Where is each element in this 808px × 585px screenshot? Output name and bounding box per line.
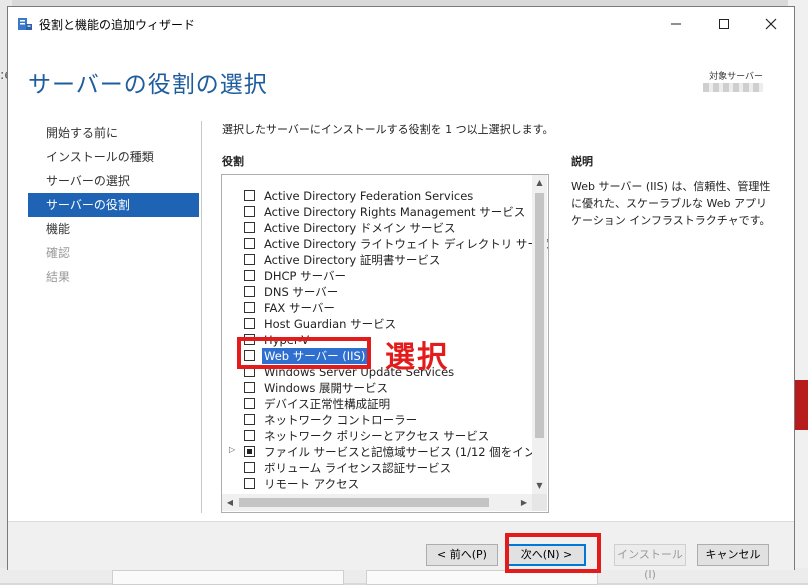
role-label: Active Directory 証明書サービス (264, 253, 441, 267)
maximize-button[interactable] (701, 7, 747, 41)
nav-item-results: 結果 (46, 270, 71, 284)
role-item[interactable]: Windows 展開サービス (222, 380, 532, 396)
role-label: Active Directory Rights Management サービス (264, 205, 526, 219)
target-server-name-redacted (703, 83, 763, 92)
page-title: サーバーの役割の選択 (28, 72, 268, 98)
server-manager-icon (17, 16, 33, 32)
description-text: Web サーバー (IIS) は、信頼性、管理性に優れた、スケーラブルな Web… (571, 180, 771, 227)
role-checkbox[interactable] (244, 398, 255, 409)
wizard-nav: 開始する前に インストールの種類 サーバーの選択 サーバーの役割 機能 確認 結… (28, 121, 199, 289)
scroll-up-icon[interactable]: ▲ (532, 175, 547, 191)
content-divider (201, 121, 202, 513)
nav-item-features[interactable]: 機能 (28, 217, 199, 241)
role-checkbox[interactable] (244, 318, 255, 329)
role-item[interactable]: デバイス正常性構成証明 (222, 396, 532, 412)
window-title: 役割と機能の追加ウィザード (39, 18, 196, 32)
role-item[interactable]: ボリューム ライセンス認証サービス (222, 460, 532, 476)
role-item[interactable]: Active Directory 証明書サービス (222, 252, 532, 268)
previous-button[interactable]: < 前へ(P) (426, 544, 498, 566)
title-bar[interactable]: 役割と機能の追加ウィザード (8, 7, 794, 41)
role-item[interactable]: FAX サーバー (222, 300, 532, 316)
nav-item-confirmation: 確認 (46, 246, 71, 260)
target-server-label: 対象サーバー (709, 72, 763, 82)
role-label: ファイル サービスと記憶域サービス (1/12 個をインストール済 (264, 445, 548, 459)
wizard-footer: < 前へ(P) 次へ(N) > インストール(I) キャンセル (8, 521, 794, 581)
role-label: ネットワーク コントローラー (264, 413, 418, 427)
role-label: デバイス正常性構成証明 (264, 397, 391, 411)
close-button[interactable] (748, 7, 794, 41)
roles-heading: 役割 (222, 155, 244, 168)
vertical-scroll-thumb[interactable] (535, 193, 544, 438)
expand-arrow-icon[interactable]: ▷ (229, 445, 235, 454)
role-item[interactable]: DHCP サーバー (222, 268, 532, 284)
role-item[interactable]: Active Directory ドメイン サービス (222, 220, 532, 236)
scroll-down-icon[interactable]: ▼ (532, 478, 547, 494)
vertical-scrollbar[interactable]: ▲ ▼ (532, 175, 547, 494)
role-item[interactable]: Active Directory ライトウェイト ディレクトリ サービス (222, 236, 548, 252)
role-item[interactable]: Active Directory Federation Services (222, 188, 532, 204)
role-label: ネットワーク ポリシーとアクセス サービス (264, 429, 490, 443)
role-label: Windows 展開サービス (264, 381, 388, 395)
description-heading: 説明 (571, 155, 593, 168)
role-checkbox[interactable] (244, 286, 255, 297)
nav-item-server-roles[interactable]: サーバーの役割 (28, 193, 199, 217)
nav-item-before-you-begin[interactable]: 開始する前に (28, 121, 199, 145)
role-item[interactable]: ネットワーク コントローラー (222, 412, 532, 428)
role-label: FAX サーバー (264, 301, 335, 315)
role-item[interactable]: Host Guardian サービス (222, 316, 532, 332)
role-checkbox[interactable] (244, 478, 255, 489)
close-icon (765, 18, 777, 30)
install-button: インストール(I) (614, 544, 686, 581)
role-checkbox[interactable] (244, 190, 255, 201)
role-checkbox[interactable] (244, 462, 255, 473)
annotation-highlight-next (505, 533, 601, 573)
scroll-left-icon[interactable]: ◀ (222, 494, 238, 511)
annotation-select-label: 選択 (385, 340, 449, 375)
background-taskbar (0, 568, 808, 585)
role-item[interactable]: Active Directory Rights Management サービス (222, 204, 532, 220)
role-label: DHCP サーバー (264, 269, 347, 283)
role-label: DNS サーバー (264, 285, 339, 299)
role-item[interactable]: DNS サーバー (222, 284, 532, 300)
horizontal-scroll-thumb[interactable] (239, 498, 489, 507)
role-item[interactable]: ネットワーク ポリシーとアクセス サービス (222, 428, 532, 444)
role-label: リモート アクセス (264, 477, 360, 491)
scroll-right-icon[interactable]: ▶ (516, 494, 532, 511)
annotation-highlight-web-server (237, 337, 371, 369)
nav-item-server-selection[interactable]: サーバーの選択 (28, 169, 199, 193)
maximize-icon (719, 19, 729, 29)
role-checkbox[interactable] (244, 222, 255, 233)
instruction-text: 選択したサーバーにインストールする役割を 1 つ以上選択します。 (222, 123, 554, 136)
role-item[interactable]: ▷ ファイル サービスと記憶域サービス (1/12 個をインストール済 (222, 444, 548, 460)
cancel-button[interactable]: キャンセル (697, 544, 769, 566)
role-checkbox[interactable] (244, 446, 255, 457)
horizontal-scrollbar[interactable]: ◀ ▶ (222, 494, 532, 511)
role-checkbox[interactable] (244, 414, 255, 425)
role-label: Active Directory Federation Services (264, 189, 474, 203)
role-checkbox[interactable] (244, 382, 255, 393)
nav-item-installation-type[interactable]: インストールの種類 (28, 145, 199, 169)
role-item[interactable]: リモート アクセス (222, 476, 532, 492)
role-checkbox[interactable] (244, 238, 255, 249)
scrollbar-corner (532, 494, 547, 511)
role-checkbox[interactable] (244, 270, 255, 281)
minimize-button[interactable] (653, 7, 699, 41)
role-label: ボリューム ライセンス認証サービス (264, 461, 452, 475)
wizard-window: 役割と機能の追加ウィザード サーバーの役割の選択 対象サーバー 開始する前に イ… (7, 6, 795, 581)
minimize-icon (671, 23, 681, 25)
role-label: Active Directory ドメイン サービス (264, 221, 456, 235)
role-checkbox[interactable] (244, 254, 255, 265)
role-label: Host Guardian サービス (264, 317, 397, 331)
role-checkbox[interactable] (244, 430, 255, 441)
role-checkbox[interactable] (244, 206, 255, 217)
role-checkbox[interactable] (244, 302, 255, 313)
role-label: Active Directory ライトウェイト ディレクトリ サービス (264, 237, 549, 251)
